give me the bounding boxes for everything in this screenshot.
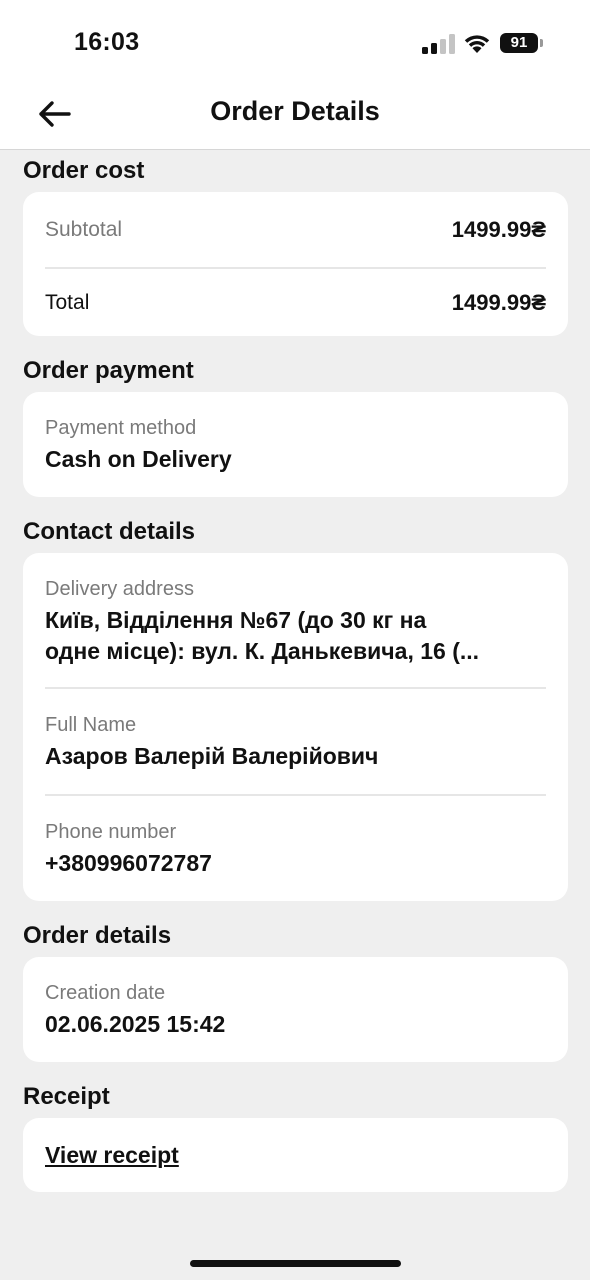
order-details-content: Order cost Subtotal 1499.99₴ Total 1499.… bbox=[23, 150, 568, 1206]
payment-method-value: Cash on Delivery bbox=[45, 446, 232, 472]
subtotal-label: Subtotal bbox=[45, 217, 123, 241]
payment-method-field: Payment method Cash on Delivery bbox=[45, 392, 546, 497]
status-bar: 16:03 91 bbox=[0, 0, 590, 82]
receipt-link-row: View receipt bbox=[45, 1118, 546, 1192]
full-name-label: Full Name bbox=[45, 714, 137, 736]
subtotal-row: Subtotal 1499.99₴ bbox=[45, 192, 546, 267]
total-label: Total bbox=[45, 290, 90, 314]
battery-tip bbox=[540, 39, 543, 47]
full-name-field: Full Name Азаров Валерій Валерійович bbox=[45, 689, 546, 794]
section-title-receipt: Receipt bbox=[23, 1083, 110, 1110]
delivery-address-value: Київ, Відділення №67 (до 30 кг на одне м… bbox=[45, 605, 546, 667]
delivery-address-line-2: одне місце): вул. К. Данькевича, 16 (... bbox=[45, 638, 480, 664]
payment-method-label: Payment method bbox=[45, 417, 197, 439]
phone-number-value: +380996072787 bbox=[45, 850, 212, 876]
section-title-contact-details: Contact details bbox=[23, 518, 196, 545]
creation-date-value: 02.06.2025 15:42 bbox=[45, 1011, 226, 1037]
signal-icon bbox=[422, 34, 455, 54]
order-payment-card: Payment method Cash on Delivery bbox=[23, 392, 568, 497]
phone-number-field: Phone number +380996072787 bbox=[45, 796, 546, 901]
creation-date-label: Creation date bbox=[45, 982, 166, 1004]
phone-number-label: Phone number bbox=[45, 821, 177, 843]
total-row: Total 1499.99₴ bbox=[45, 269, 546, 336]
section-title-order-cost: Order cost bbox=[23, 157, 145, 184]
delivery-address-label: Delivery address bbox=[45, 578, 194, 600]
section-title-order-payment: Order payment bbox=[23, 357, 194, 384]
delivery-address-field: Delivery address Київ, Відділення №67 (д… bbox=[45, 553, 546, 687]
wifi-icon bbox=[464, 35, 490, 53]
full-name-value: Азаров Валерій Валерійович bbox=[45, 743, 379, 769]
subtotal-value: 1499.99₴ bbox=[451, 216, 546, 242]
header: Order Details bbox=[0, 82, 590, 150]
order-cost-card: Subtotal 1499.99₴ Total 1499.99₴ bbox=[23, 192, 568, 336]
view-receipt-link[interactable]: View receipt bbox=[45, 1142, 179, 1169]
receipt-card: View receipt bbox=[23, 1118, 568, 1192]
contact-details-card: Delivery address Київ, Відділення №67 (д… bbox=[23, 553, 568, 901]
total-value: 1499.99₴ bbox=[451, 289, 546, 315]
delivery-address-line-1: Київ, Відділення №67 (до 30 кг на bbox=[45, 607, 427, 633]
creation-date-field: Creation date 02.06.2025 15:42 bbox=[45, 957, 546, 1062]
status-time: 16:03 bbox=[74, 28, 140, 56]
order-details-card: Creation date 02.06.2025 15:42 bbox=[23, 957, 568, 1062]
battery-icon: 91 bbox=[500, 33, 538, 53]
home-indicator bbox=[190, 1260, 401, 1267]
page-title: Order Details bbox=[210, 96, 380, 126]
section-title-order-details: Order details bbox=[23, 922, 172, 949]
